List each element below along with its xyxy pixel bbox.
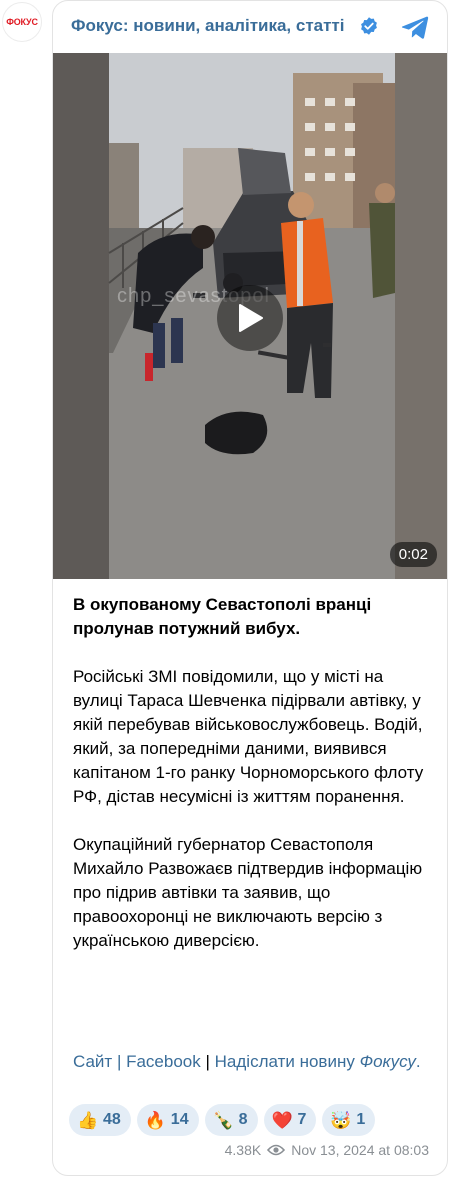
heart-icon: ❤️ (271, 1110, 293, 1130)
thumbs-up-icon: 👍 (77, 1110, 99, 1130)
play-icon (239, 304, 263, 332)
channel-title[interactable]: Фокус: новини, аналітика, статті (71, 16, 345, 36)
reaction-fire[interactable]: 🔥 14 (136, 1104, 199, 1136)
reaction-champagne[interactable]: 🍾 8 (204, 1104, 258, 1136)
post-text: В окупованому Севастополі вранці пролуна… (73, 593, 433, 953)
focus-link[interactable]: Фокусу (360, 1052, 416, 1071)
link-period: . (415, 1052, 421, 1071)
reaction-count: 8 (238, 1111, 248, 1128)
link-separator: | (112, 1052, 127, 1071)
post-headline: В окупованому Севастополі вранці пролуна… (73, 595, 372, 638)
post-header: Фокус: новини, аналітика, статті (53, 1, 447, 53)
reaction-count: 14 (170, 1111, 189, 1128)
eye-icon (267, 1144, 286, 1156)
site-link[interactable]: Сайт (73, 1052, 112, 1071)
post-meta: 4.38K Nov 13, 2024 at 08:03 (225, 1142, 429, 1158)
link-separator: | (200, 1052, 215, 1071)
fire-icon: 🔥 (144, 1110, 166, 1130)
facebook-link[interactable]: Facebook (126, 1052, 201, 1071)
reaction-thumbs-up[interactable]: 👍 48 (69, 1104, 131, 1136)
avatar-logo-text: ФОКУС (6, 17, 38, 27)
verified-badge-icon (361, 17, 377, 35)
champagne-icon: 🍾 (212, 1110, 234, 1130)
post-timestamp: Nov 13, 2024 at 08:03 (291, 1142, 429, 1158)
channel-avatar[interactable]: ФОКУС (2, 2, 42, 42)
post-links: Сайт | Facebook | Надіслати новину Фокус… (73, 1050, 433, 1074)
post-paragraph-2: Окупаційний губернатор Севастополя Михай… (73, 835, 423, 950)
reaction-exploding-head[interactable]: 🤯 1 (322, 1104, 376, 1136)
view-count: 4.38K (224, 1142, 262, 1158)
exploding-head-icon: 🤯 (330, 1110, 352, 1130)
post-paragraph-1: Російські ЗМІ повідомили, що у місті на … (73, 667, 424, 806)
reaction-count: 7 (297, 1111, 307, 1128)
reaction-count: 1 (356, 1111, 366, 1128)
send-news-link[interactable]: Надіслати новину (215, 1052, 355, 1071)
post-card: Фокус: новини, аналітика, статті chp_sev… (52, 0, 448, 1176)
video-player[interactable]: chp_sevastopol 0:02 (53, 53, 447, 579)
video-duration: 0:02 (389, 542, 437, 567)
reactions-bar: 👍 48 🔥 14 🍾 8 ❤️ 7 🤯 1 (69, 1104, 376, 1136)
telegram-icon[interactable] (401, 13, 429, 41)
reaction-count: 48 (103, 1111, 121, 1128)
play-button[interactable] (217, 285, 283, 351)
reaction-heart[interactable]: ❤️ 7 (263, 1104, 317, 1136)
